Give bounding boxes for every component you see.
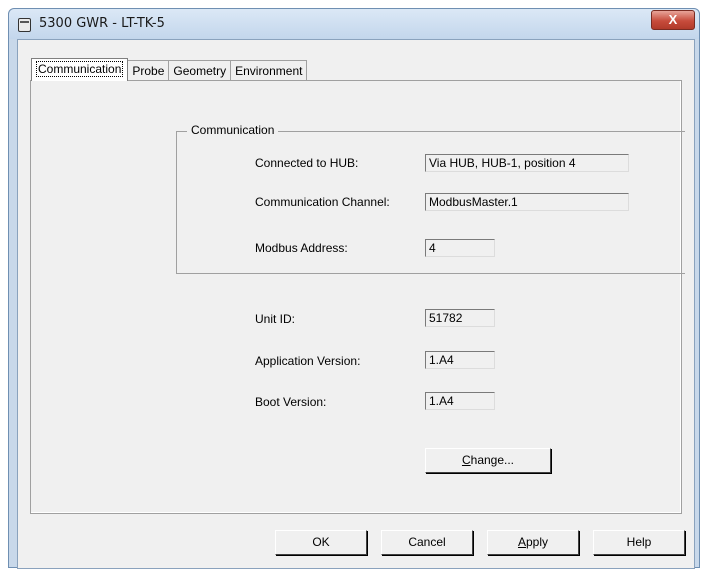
tab-strip: Communication Probe Geometry Environment [31,58,308,81]
tab-probe[interactable]: Probe [127,60,170,81]
cancel-button[interactable]: Cancel [381,530,473,555]
apply-button[interactable]: Apply [487,530,579,555]
change-label: hange... [470,453,515,467]
background-strip [0,0,702,8]
communication-channel-field: ModbusMaster.1 [425,193,629,211]
device-icon [18,18,31,32]
title-bar[interactable]: 5300 GWR - LT-TK-5 X [9,9,699,39]
unit-id-label: Unit ID: [255,312,296,326]
apply-accel: A [517,535,526,549]
dialog-window: 5300 GWR - LT-TK-5 X Communication Probe… [8,8,700,569]
communication-group-title: Communication [187,123,279,137]
connected-to-hub-field: Via HUB, HUB-1, position 4 [425,154,629,172]
help-button[interactable]: Help [593,530,685,555]
ok-button[interactable]: OK [275,530,367,555]
change-accel: C [461,453,471,467]
apply-label: pply [526,535,549,549]
change-button[interactable]: Change... [425,448,551,473]
dialog-body: Communication Probe Geometry Environment… [17,39,695,569]
boot-version-label: Boot Version: [255,395,327,409]
communication-panel: Communication Connected to HUB: Via HUB,… [30,80,685,514]
tab-communication[interactable]: Communication [31,58,129,81]
communication-channel-label: Communication Channel: [255,195,390,209]
connected-to-hub-label: Connected to HUB: [255,156,359,170]
unit-id-field: 51782 [425,309,495,327]
modbus-address-field: 4 [425,239,495,257]
tab-communication-label: Communication [36,61,124,77]
application-version-label: Application Version: [255,354,361,368]
window-title: 5300 GWR - LT-TK-5 [39,16,165,31]
application-version-field: 1.A4 [425,351,495,369]
modbus-address-label: Modbus Address: [255,241,348,255]
tab-environment[interactable]: Environment [230,60,308,81]
close-button[interactable]: X [651,10,695,30]
boot-version-field: 1.A4 [425,392,495,410]
tab-geometry[interactable]: Geometry [168,60,232,81]
